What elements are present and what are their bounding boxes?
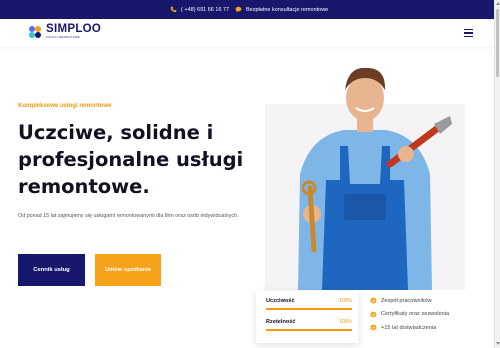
phone-icon bbox=[170, 6, 177, 13]
feature-list: Zespół pracowników Certyfikaty oraz zezw… bbox=[370, 294, 449, 335]
hero-description: Od ponad 15 lat zajmujemy się usługami r… bbox=[18, 213, 239, 219]
metric-progress-bar bbox=[266, 308, 352, 310]
brand-tagline: USŁUGI REMONTOWE bbox=[46, 36, 81, 39]
price-list-button[interactable]: Cennik usług bbox=[18, 254, 85, 286]
metric-progress-bar bbox=[266, 329, 352, 331]
brand-logo[interactable]: SIMPLOO USŁUGI REMONTOWE bbox=[28, 23, 102, 39]
metric-reliability: Rzetelność 100% bbox=[266, 319, 352, 331]
metric-honesty: Uczciwość 100% bbox=[266, 298, 352, 310]
consultation-info[interactable]: Bezpłatne konsultacje remontowe bbox=[235, 6, 328, 13]
main-navbar: SIMPLOO USŁUGI REMONTOWE bbox=[0, 19, 494, 47]
feature-text: Zespół pracowników bbox=[381, 297, 432, 304]
page-scrollbar[interactable] bbox=[494, 0, 500, 348]
consultation-text: Bezpłatne konsultacje remontowe bbox=[246, 6, 329, 13]
book-meeting-button[interactable]: Umów spotkanie bbox=[95, 254, 161, 286]
scroll-up-icon[interactable] bbox=[496, 2, 500, 5]
worker-photo bbox=[298, 67, 452, 290]
scrollbar-thumb[interactable] bbox=[496, 9, 499, 77]
check-badge-icon bbox=[370, 324, 377, 331]
check-badge-icon bbox=[370, 297, 377, 304]
top-info-bar: ( +48) 691 66 16 77 Bezpłatne konsultacj… bbox=[0, 0, 494, 19]
chat-icon bbox=[235, 6, 242, 13]
list-item: Zespół pracowników bbox=[370, 294, 449, 308]
list-item: +15 lat doświadczenia bbox=[370, 321, 449, 335]
scroll-down-icon[interactable] bbox=[496, 342, 500, 345]
metric-value: 100% bbox=[339, 298, 352, 304]
feature-text: Certyfikaty oraz zezwolenia bbox=[381, 311, 450, 318]
phone-number: ( +48) 691 66 16 77 bbox=[181, 6, 230, 13]
hero-headline: Uczciwe, solidne i profesjonalne usługi … bbox=[18, 121, 244, 198]
hamburger-menu-icon[interactable] bbox=[464, 29, 473, 37]
hero-eyebrow: Kompleksowe usługi remontowe bbox=[18, 103, 112, 109]
check-badge-icon bbox=[370, 311, 377, 318]
values-card: Uczciwość 100% Rzetelność 100% bbox=[256, 291, 358, 343]
phone-contact[interactable]: ( +48) 691 66 16 77 bbox=[170, 6, 229, 13]
brand-name: SIMPLOO bbox=[46, 23, 102, 35]
list-item: Certyfikaty oraz zezwolenia bbox=[370, 308, 449, 322]
metric-value: 100% bbox=[339, 319, 352, 325]
feature-text: +15 lat doświadczenia bbox=[381, 324, 437, 331]
logo-mark-icon bbox=[29, 25, 41, 38]
